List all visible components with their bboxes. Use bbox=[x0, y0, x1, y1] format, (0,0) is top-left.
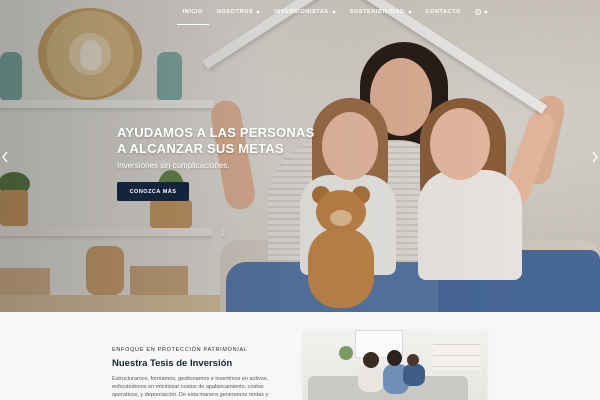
chevron-left-icon bbox=[2, 151, 8, 163]
globe-icon bbox=[475, 9, 481, 15]
chevron-right-icon bbox=[592, 151, 598, 163]
nav-item-label: NOSOTROS bbox=[216, 9, 254, 15]
caret-down-icon bbox=[256, 10, 261, 14]
photo-person-head bbox=[407, 354, 419, 366]
nav-item-label: INVERSIONISTAS bbox=[274, 9, 329, 15]
main-nav: INICIO NOSOTROS INVERSIONISTAS SOSTENIBI… bbox=[0, 0, 600, 25]
section-title: Nuestra Tesis de Inversión bbox=[112, 358, 233, 369]
nav-item-label: SOSTENIBILIDAD bbox=[349, 9, 405, 15]
hero-title-line: AYUDAMOS A LAS PERSONAS bbox=[117, 125, 315, 140]
nav-item-label: CONTACTO bbox=[425, 9, 461, 15]
cta-label: CONOZCA MÁS bbox=[129, 188, 177, 195]
family-photo bbox=[303, 330, 487, 400]
hero-banner: INICIO NOSOTROS INVERSIONISTAS SOSTENIBI… bbox=[0, 0, 600, 312]
language-selector[interactable] bbox=[475, 0, 488, 24]
nav-item-sostenibilidad[interactable]: SOSTENIBILIDAD bbox=[350, 0, 412, 24]
photo-shelf bbox=[433, 334, 481, 370]
nav-item-inicio[interactable]: INICIO bbox=[176, 0, 210, 25]
photo-person-head bbox=[363, 352, 379, 368]
caret-down-icon bbox=[331, 10, 336, 14]
caret-down-icon bbox=[407, 10, 412, 14]
nav-item-nosotros[interactable]: NOSOTROS bbox=[216, 0, 261, 24]
investment-thesis-section: ENFOQUE EN PROTECCIÓN PATRIMONIAL Nuestr… bbox=[0, 312, 600, 400]
nav-item-inversionistas[interactable]: INVERSIONISTAS bbox=[274, 0, 336, 24]
nav-item-contacto[interactable]: CONTACTO bbox=[426, 0, 461, 24]
caret-down-icon bbox=[484, 10, 488, 14]
photo-person-head bbox=[387, 350, 402, 366]
nav-item-label: INICIO bbox=[182, 9, 203, 15]
photo-plant bbox=[339, 346, 353, 360]
hero-title: AYUDAMOS A LAS PERSONAS A ALCANZAR SUS M… bbox=[117, 125, 347, 157]
hero-title-line: A ALCANZAR SUS METAS bbox=[117, 141, 284, 156]
section-body: Estructuramos, formamos, gestionamos e i… bbox=[112, 376, 269, 398]
slider-next-button[interactable] bbox=[591, 150, 599, 163]
section-eyebrow: ENFOQUE EN PROTECCIÓN PATRIMONIAL bbox=[112, 347, 248, 353]
photo-person bbox=[403, 364, 425, 386]
photo-person bbox=[358, 366, 384, 392]
slider-prev-button[interactable] bbox=[1, 150, 9, 163]
hero-subtitle: Inversiones sin complicaciones. bbox=[117, 161, 230, 170]
conozca-mas-button[interactable]: CONOZCA MÁS bbox=[117, 182, 189, 201]
